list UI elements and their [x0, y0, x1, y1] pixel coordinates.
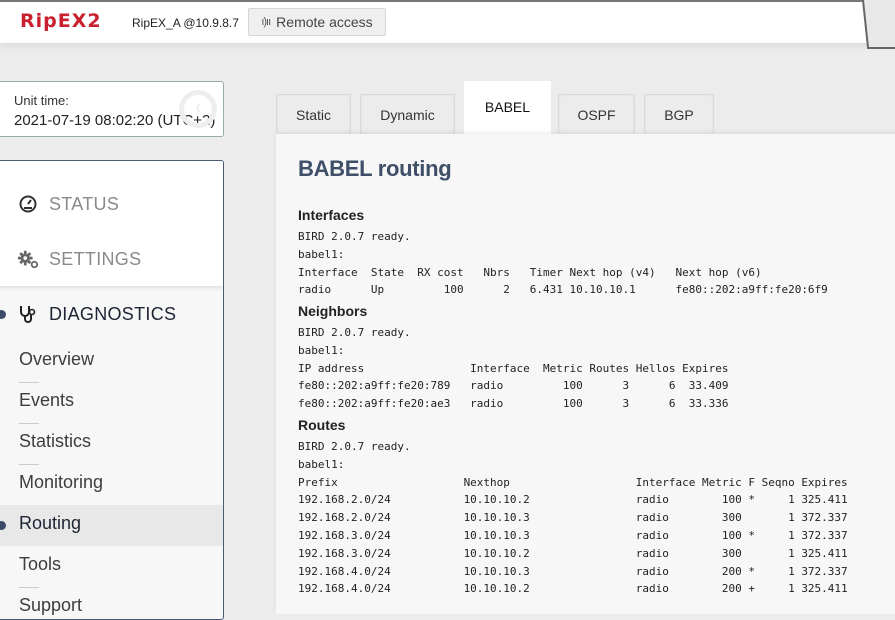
babel-content-panel: BABEL routing Interfaces BIRD 2.0.7 read…: [276, 134, 895, 614]
header-corner-decoration: [862, 0, 895, 49]
routes-heading: Routes: [298, 417, 346, 433]
sidebar-subitem-label: Support: [19, 595, 83, 615]
active-indicator: [0, 309, 6, 319]
sidebar-subitem-events[interactable]: Events: [0, 382, 223, 424]
sidebar-subitem-routing[interactable]: Routing: [0, 505, 223, 546]
gauge-icon: [17, 193, 39, 215]
sidebar: STATUS SETTINGS DIAGNOSTICS Overview Eve…: [0, 160, 224, 620]
sidebar-subitem-tools[interactable]: Tools: [0, 546, 223, 588]
neighbors-heading: Neighbors: [298, 303, 368, 319]
antenna-icon: ı)ıı: [261, 16, 271, 28]
stethoscope-icon: [17, 303, 39, 325]
active-indicator: [0, 521, 6, 530]
sidebar-subitem-label: Overview: [19, 349, 95, 369]
sidebar-item-diagnostics[interactable]: DIAGNOSTICS: [0, 294, 223, 334]
unit-time-box: Unit time: 2021-07-19 08:02:20 (UTC+2) ‹: [0, 81, 224, 137]
sidebar-subitem-label: Monitoring: [19, 472, 104, 492]
remote-access-label: Remote access: [276, 14, 373, 30]
sidebar-subitem-label: Events: [19, 390, 75, 410]
tab-dynamic[interactable]: Dynamic: [360, 94, 455, 134]
unit-time-label: Unit time:: [14, 93, 69, 108]
sidebar-subitem-label: Tools: [19, 554, 62, 574]
routes-output: BIRD 2.0.7 ready. babel1: Prefix Nexthop…: [298, 440, 848, 596]
sidebar-subitem-overview[interactable]: Overview: [0, 341, 223, 383]
sidebar-item-label: DIAGNOSTICS: [49, 303, 177, 324]
sidebar-subitem-monitoring[interactable]: Monitoring: [0, 464, 223, 505]
interfaces-output: BIRD 2.0.7 ready. babel1: Interface Stat…: [298, 230, 828, 297]
sidebar-item-label: STATUS: [49, 193, 120, 214]
tab-babel[interactable]: BABEL: [464, 81, 551, 136]
gears-icon: [17, 248, 39, 270]
sidebar-subitem-statistics[interactable]: Statistics: [0, 423, 223, 465]
sidebar-item-label: SETTINGS: [49, 248, 142, 269]
tab-static[interactable]: Static: [276, 94, 351, 134]
back-arrow-icon: ‹: [179, 90, 217, 128]
neighbors-output: BIRD 2.0.7 ready. babel1: IP address Int…: [298, 326, 729, 411]
ripex-logo[interactable]: RipEX2: [20, 10, 102, 32]
remote-access-button[interactable]: ı)ıı Remote access: [248, 8, 386, 36]
sidebar-item-status[interactable]: STATUS: [0, 184, 223, 224]
interfaces-heading: Interfaces: [298, 207, 365, 223]
tab-bgp[interactable]: BGP: [644, 94, 714, 134]
sidebar-subitem-label: Routing: [19, 513, 82, 533]
unit-name: RipEX_A @10.9.8.7: [132, 16, 239, 30]
sidebar-item-settings[interactable]: SETTINGS: [0, 239, 223, 279]
tab-ospf[interactable]: OSPF: [558, 94, 635, 134]
sidebar-subitem-label: Statistics: [19, 431, 92, 451]
top-header: RipEX2 RipEX_A @10.9.8.7 ı)ıı Remote acc…: [0, 0, 870, 43]
page-title: BABEL routing: [298, 156, 452, 181]
